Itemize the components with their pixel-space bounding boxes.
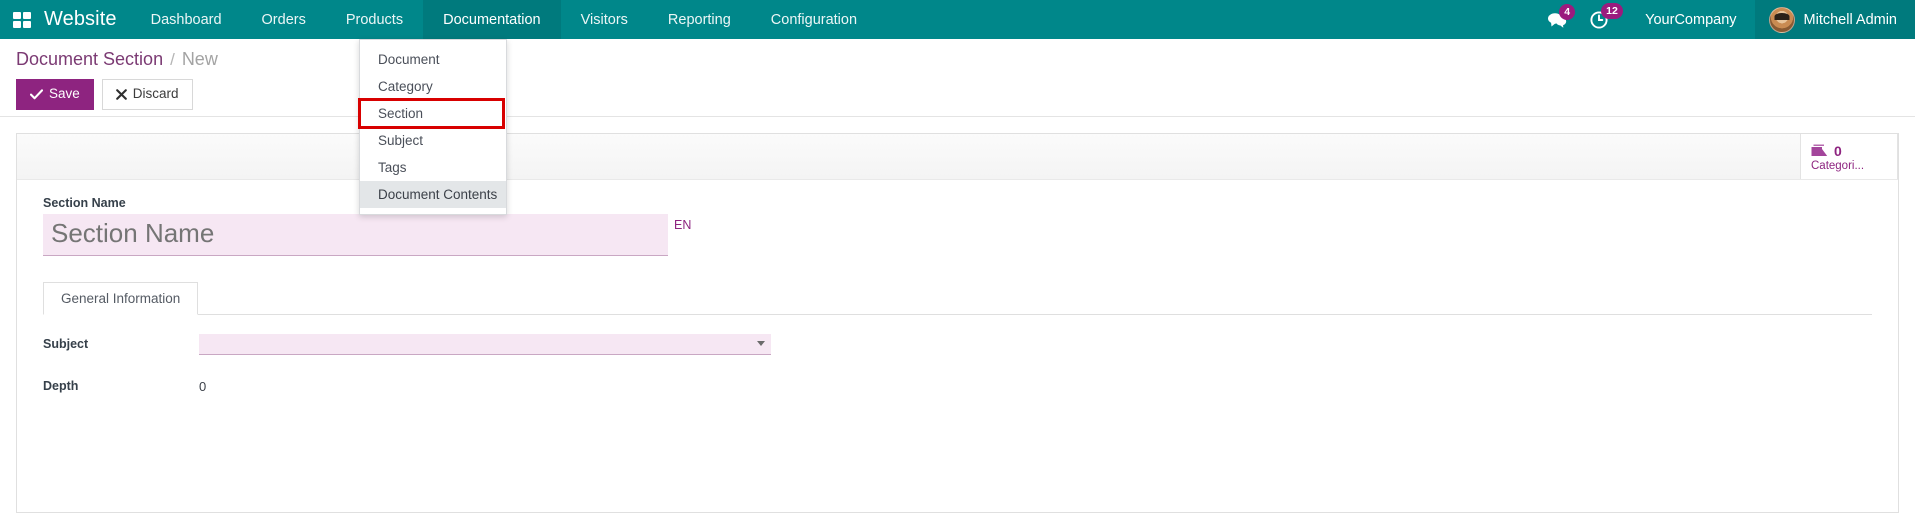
avatar: [1768, 6, 1795, 33]
breadcrumb-separator: /: [170, 50, 175, 69]
discard-button-label: Discard: [132, 86, 179, 101]
top-navbar: Website Dashboard Orders Products Docume…: [0, 0, 1915, 39]
nav-item-products[interactable]: Products: [326, 0, 423, 39]
field-value-depth: 0: [199, 379, 1872, 394]
nav-item-visitors[interactable]: Visitors: [561, 0, 648, 39]
field-value-subject: [199, 333, 1872, 355]
form-sheet-body: Section Name EN General Information Subj…: [17, 180, 1898, 421]
nav-item-dashboard[interactable]: Dashboard: [131, 0, 242, 39]
form-sheet-wrapper: 0 Categori... Section Name EN General In…: [0, 117, 1915, 513]
control-panel: Document Section / New Save Discard: [0, 39, 1915, 117]
navbar-spacer: [877, 0, 1547, 39]
subject-select[interactable]: [199, 333, 771, 355]
discard-button[interactable]: Discard: [101, 79, 193, 110]
form-sheet: 0 Categori... Section Name EN General In…: [16, 133, 1899, 513]
user-menu[interactable]: Mitchell Admin: [1754, 0, 1915, 39]
activities-count-badge: 12: [1601, 2, 1623, 19]
field-row-gap: [43, 359, 1872, 371]
field-label-subject: Subject: [43, 337, 89, 351]
company-switcher[interactable]: YourCompany: [1627, 0, 1754, 39]
field-row-depth: Depth 0: [43, 371, 1872, 401]
breadcrumb-current: New: [181, 49, 218, 69]
section-name-row: EN: [43, 214, 1872, 256]
nav-item-reporting[interactable]: Reporting: [648, 0, 751, 39]
chevron-down-icon: [757, 341, 765, 346]
field-row-subject: Subject: [43, 329, 1872, 359]
nav-item-orders[interactable]: Orders: [242, 0, 326, 39]
menu-item-document[interactable]: Document: [360, 46, 506, 73]
menu-item-tags[interactable]: Tags: [360, 154, 506, 181]
check-icon: [30, 89, 43, 100]
save-button-label: Save: [49, 86, 80, 101]
section-name-label: Section Name: [43, 196, 126, 210]
systray: 4 12: [1547, 0, 1627, 39]
messages-button[interactable]: 4: [1547, 3, 1576, 29]
app-brand-website[interactable]: Website: [44, 0, 131, 39]
language-badge-en[interactable]: EN: [668, 214, 695, 232]
cross-icon: [115, 89, 127, 100]
stat-button-categories[interactable]: 0 Categori...: [1800, 134, 1898, 179]
record-action-buttons: Save Discard: [16, 79, 1899, 110]
notebook-tab-strip: General Information: [43, 282, 1872, 315]
tab-general-information[interactable]: General Information: [43, 282, 199, 315]
menu-item-section[interactable]: Section: [358, 98, 505, 129]
nav-item-configuration[interactable]: Configuration: [751, 0, 877, 39]
notebook-page-general-information: Subject Depth 0: [43, 315, 1872, 401]
apps-grid-icon: [13, 11, 31, 28]
messages-count-badge: 4: [1559, 3, 1576, 20]
document-pages-icon: [1811, 144, 1828, 157]
breadcrumb: Document Section / New: [16, 49, 1899, 79]
stat-button-box: 0 Categori...: [17, 134, 1898, 180]
menu-item-subject[interactable]: Subject: [360, 127, 506, 154]
section-name-input[interactable]: [43, 214, 668, 256]
apps-menu-button[interactable]: [0, 0, 44, 39]
form-notebook: General Information Subject Depth 0: [43, 282, 1872, 401]
user-menu-label: Mitchell Admin: [1803, 11, 1897, 28]
nav-item-documentation[interactable]: Documentation: [423, 0, 561, 39]
menu-item-category[interactable]: Category: [360, 73, 506, 100]
depth-value[interactable]: 0: [199, 379, 206, 394]
menu-item-document-contents[interactable]: Document Contents: [360, 181, 506, 208]
field-label-depth: Depth: [43, 379, 79, 393]
documentation-dropdown-menu: Document Category Section Subject Tags D…: [358, 39, 507, 215]
stat-button-label: Categori...: [1811, 160, 1865, 173]
stat-button-value: 0: [1834, 143, 1842, 160]
breadcrumb-root[interactable]: Document Section: [16, 49, 163, 70]
stat-button-top: 0: [1811, 144, 1842, 158]
save-button[interactable]: Save: [16, 79, 94, 110]
activities-button[interactable]: 12: [1589, 2, 1623, 30]
main-menu-items: Dashboard Orders Products Documentation …: [131, 0, 877, 39]
